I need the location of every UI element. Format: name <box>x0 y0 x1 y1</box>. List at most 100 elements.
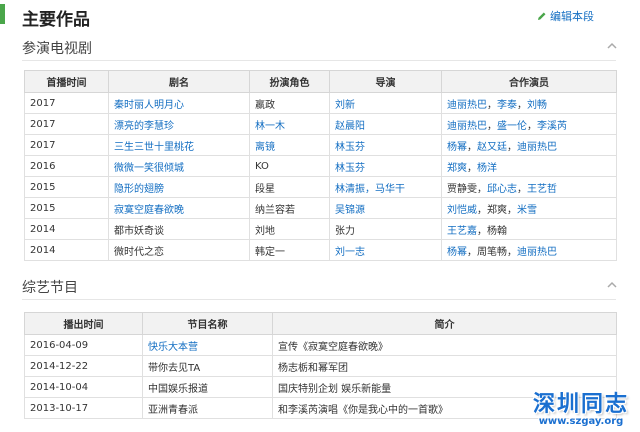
costar-name[interactable]: 迪丽热巴 <box>447 121 487 132</box>
table-row: 2015 隐形的翅膀 段星 林清振，马华干 贾静雯，邱心志，王艺哲 <box>24 176 617 198</box>
costar-name[interactable]: 刘畅 <box>527 100 547 111</box>
date-cell: 2016-04-09 <box>24 334 143 356</box>
director-name[interactable]: 刘新 <box>335 100 355 111</box>
costar-name[interactable]: 迪丽热巴 <box>517 142 557 153</box>
table-row: 2014 都市妖奇谈 刘地 张力 王艺嘉，杨翰 <box>24 218 617 240</box>
date-cell: 2014-10-04 <box>24 376 143 398</box>
drama-title-link[interactable]: 寂寞空庭春欲晚 <box>114 205 184 216</box>
separator: ， <box>487 99 497 111</box>
role-name[interactable]: 离镜 <box>255 142 275 153</box>
costar-name[interactable]: 李泰 <box>497 100 517 111</box>
drama-title-link[interactable]: 微微一笑很倾城 <box>114 163 184 174</box>
role-cell: 离镜 <box>249 134 330 156</box>
collapse-variety-chevron-icon[interactable] <box>606 279 618 291</box>
table-row: 2016-04-09 快乐大本营 宣传《寂寞空庭春欲晚》 <box>24 334 617 356</box>
drama-title-link[interactable]: 秦时丽人明月心 <box>114 100 184 111</box>
watermark-url: www.szgay.org <box>538 416 624 427</box>
separator: ， <box>507 246 517 258</box>
title-cell: 漂亮的李慧珍 <box>108 113 250 135</box>
costars-cell: 王艺嘉，杨翰 <box>441 218 617 240</box>
title-cell: 三生三世十里桃花 <box>108 134 250 156</box>
year-cell: 2015 <box>24 197 109 219</box>
director-name[interactable]: 林清振，马华干 <box>335 184 405 195</box>
director-cell: 刘一志 <box>329 239 442 261</box>
col-header: 播出时间 <box>24 312 143 335</box>
costar-name[interactable]: 邱心志 <box>487 184 517 195</box>
collapse-tv-chevron-icon[interactable] <box>606 40 618 52</box>
separator: ， <box>527 120 537 132</box>
director-name[interactable]: 林玉芬 <box>335 142 365 153</box>
drama-title-link: 微时代之恋 <box>114 246 164 258</box>
show-name-cell: 快乐大本营 <box>142 334 273 356</box>
costar-name[interactable]: 刘恺威 <box>447 205 477 216</box>
drama-title-link[interactable]: 三生三世十里桃花 <box>114 142 194 153</box>
title-cell: 微微一笑很倾城 <box>108 155 250 177</box>
col-header: 扮演角色 <box>249 70 330 93</box>
show-name: 亚洲青春派 <box>148 404 198 416</box>
role-cell: 纳兰容若 <box>249 197 330 219</box>
show-name[interactable]: 快乐大本营 <box>148 342 198 353</box>
edit-section-label: 编辑本段 <box>550 10 594 23</box>
year-cell: 2016 <box>24 155 109 177</box>
costar-name[interactable]: 郑爽 <box>447 163 467 174</box>
costar-name: 杨翰 <box>487 225 507 237</box>
separator: ， <box>507 204 517 216</box>
col-header: 合作演员 <box>441 70 617 93</box>
table-row: 2017 漂亮的李慧珍 林一木 赵晨阳 迪丽热巴，盛一伦，李溪芮 <box>24 113 617 135</box>
costar-name[interactable]: 赵又廷 <box>477 142 507 153</box>
col-header: 简介 <box>272 312 617 335</box>
col-header: 节目名称 <box>142 312 273 335</box>
director-name[interactable]: 刘一志 <box>335 247 365 258</box>
table-row: 2015 寂寞空庭春欲晚 纳兰容若 吴锦源 刘恺威，郑爽，米雪 <box>24 197 617 219</box>
costars-cell: 郑爽，杨洋 <box>441 155 617 177</box>
table-row: 2014-12-22 带你去见TA 杨志栃和幂军团 <box>24 355 617 377</box>
director-cell: 赵晨阳 <box>329 113 442 135</box>
role-cell: 刘地 <box>249 218 330 240</box>
separator: ， <box>487 120 497 132</box>
tv-section-divider <box>22 60 616 61</box>
col-header: 导演 <box>329 70 442 93</box>
role-cell: 段星 <box>249 176 330 198</box>
costar-name[interactable]: 迪丽热巴 <box>447 100 487 111</box>
costar-name[interactable]: 王艺嘉 <box>447 226 477 237</box>
costar-name: 郑爽 <box>487 204 507 216</box>
role-cell: KO <box>249 155 330 177</box>
costar-name[interactable]: 王艺哲 <box>527 184 557 195</box>
drama-title-link[interactable]: 漂亮的李慧珍 <box>114 121 174 132</box>
site-watermark: 深圳同志 www.szgay.org <box>526 392 636 430</box>
col-header: 剧名 <box>108 70 250 93</box>
show-name: 带你去见TA <box>148 362 201 374</box>
drama-title-link: 都市妖奇谈 <box>114 225 164 237</box>
costar-name[interactable]: 盛一伦 <box>497 121 527 132</box>
costars-cell: 刘恺威，郑爽，米雪 <box>441 197 617 219</box>
role-name: 嬴政 <box>255 99 275 111</box>
director-name[interactable]: 赵晨阳 <box>335 121 365 132</box>
costar-name: 贾静雯 <box>447 183 477 195</box>
director-name[interactable]: 林玉芬 <box>335 163 365 174</box>
costar-name[interactable]: 杨幂 <box>447 247 467 258</box>
section-accent-bar <box>0 4 5 24</box>
title-cell: 秦时丽人明月心 <box>108 92 250 114</box>
role-name[interactable]: 林一木 <box>255 121 285 132</box>
costars-cell: 杨幂，赵又廷，迪丽热巴 <box>441 134 617 156</box>
costar-name[interactable]: 杨洋 <box>477 163 497 174</box>
costars-cell: 杨幂，周笔畅，迪丽热巴 <box>441 239 617 261</box>
title-cell: 隐形的翅膀 <box>108 176 250 198</box>
separator: ， <box>477 183 487 195</box>
date-cell: 2014-12-22 <box>24 355 143 377</box>
pencil-icon <box>538 12 546 20</box>
table-row: 2017 三生三世十里桃花 离镜 林玉芬 杨幂，赵又廷，迪丽热巴 <box>24 134 617 156</box>
costar-name[interactable]: 迪丽热巴 <box>517 247 557 258</box>
costar-name[interactable]: 杨幂 <box>447 142 467 153</box>
director-name[interactable]: 吴锦源 <box>335 205 365 216</box>
variety-table-header: 播出时间 节目名称 简介 <box>24 312 617 335</box>
costar-name[interactable]: 米雪 <box>517 205 537 216</box>
year-cell: 2014 <box>24 218 109 240</box>
edit-section-link[interactable]: 编辑本段 <box>537 8 594 24</box>
drama-title-link[interactable]: 隐形的翅膀 <box>114 184 164 195</box>
director-cell: 吴锦源 <box>329 197 442 219</box>
costar-name[interactable]: 李溪芮 <box>537 121 567 132</box>
role-name: 韩定一 <box>255 246 285 258</box>
page-title: 主要作品 <box>22 10 90 30</box>
variety-section-divider <box>22 299 616 300</box>
